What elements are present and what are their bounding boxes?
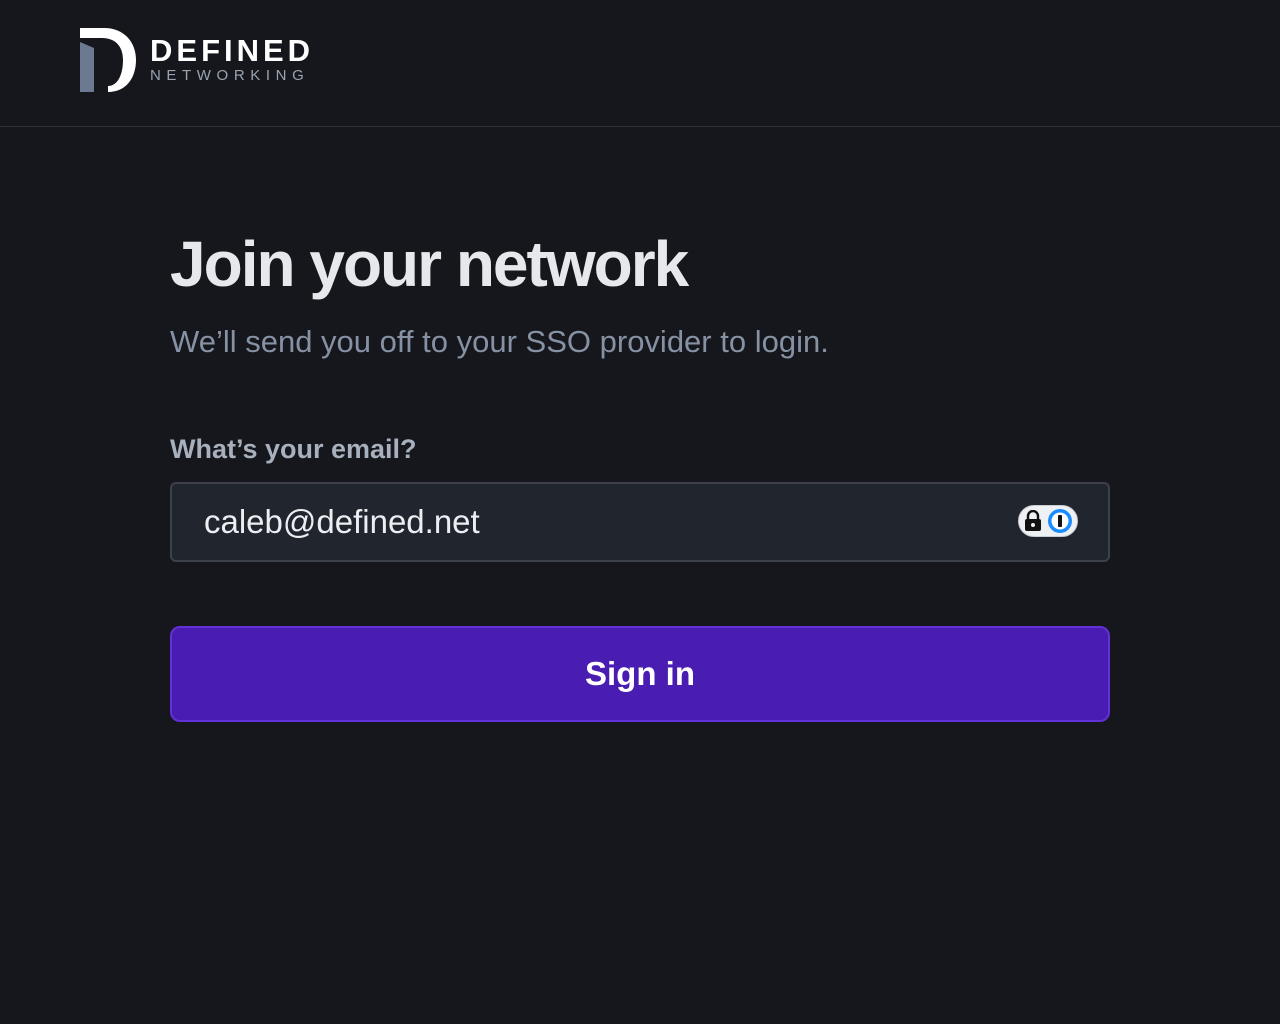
lock-icon	[1025, 510, 1041, 531]
email-label: What’s your email?	[170, 434, 417, 464]
email-field-container	[170, 482, 1110, 562]
site-header: DEFINED NETWORKING	[0, 0, 1280, 127]
page-subtitle: We’ll send you off to your SSO provider …	[170, 324, 829, 359]
defined-d-logo-icon	[80, 28, 136, 92]
brand-wordmark: DEFINED NETWORKING	[150, 35, 314, 85]
sign-in-button[interactable]: Sign in	[170, 626, 1110, 722]
brand-tagline: NETWORKING	[150, 67, 310, 84]
brand-name: DEFINED	[150, 33, 315, 68]
1password-icon	[1048, 509, 1072, 533]
email-input[interactable]	[172, 484, 992, 560]
brand-logo[interactable]: DEFINED NETWORKING	[80, 28, 314, 92]
page-title: Join your network	[170, 228, 689, 300]
password-manager-button[interactable]	[1018, 505, 1078, 537]
